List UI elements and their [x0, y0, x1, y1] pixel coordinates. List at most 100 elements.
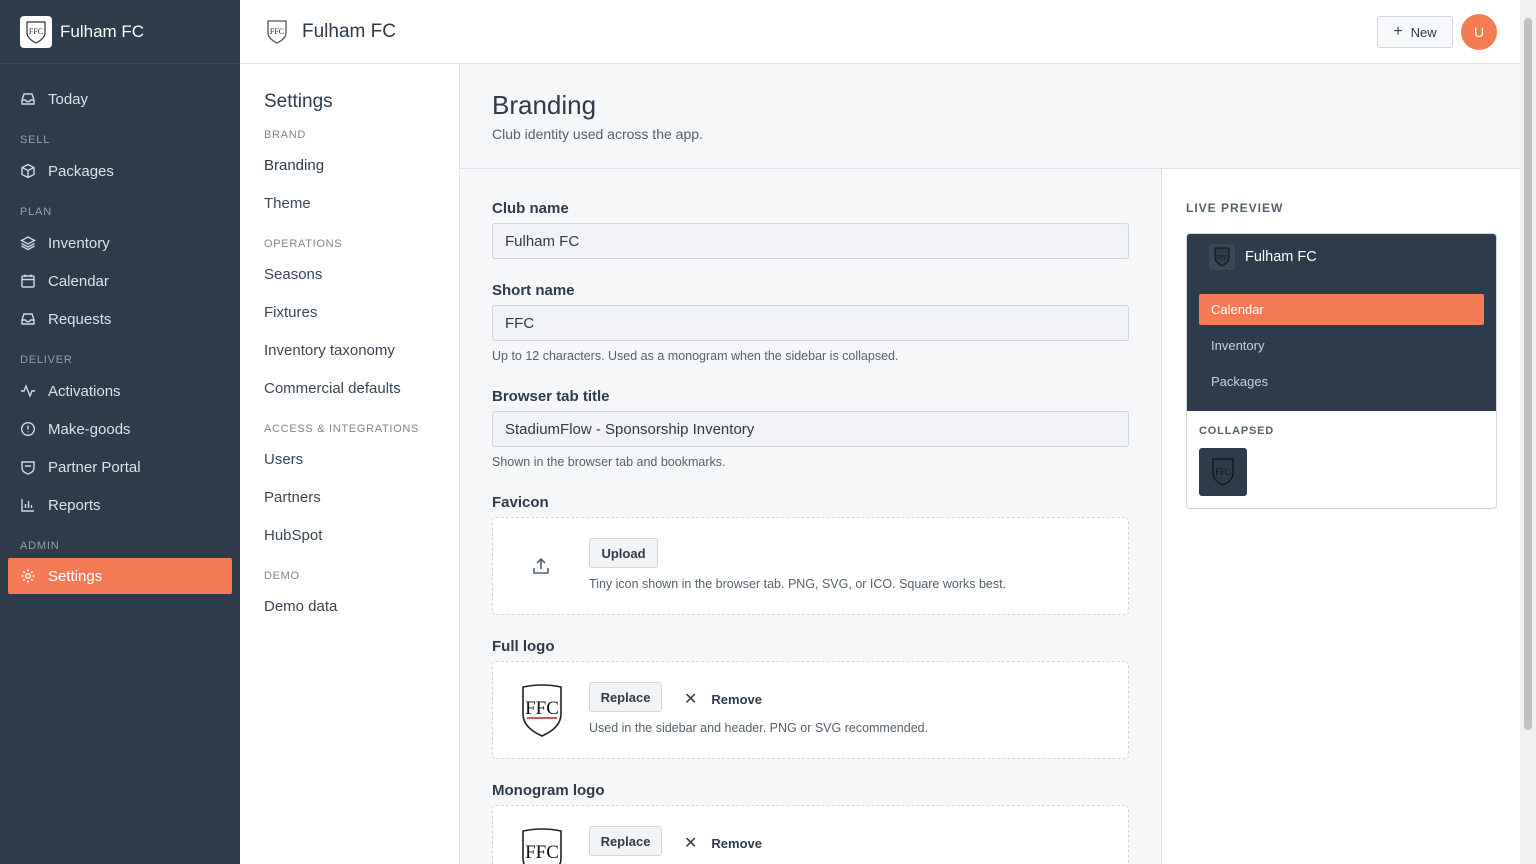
- preview-brand: FFC Fulham FC: [1199, 244, 1317, 270]
- preview-collapsed-monogram: FFC: [1199, 448, 1247, 496]
- full-logo-remove-button[interactable]: ✕ Remove: [684, 689, 762, 709]
- club-crest-logo: FFC: [1209, 244, 1235, 270]
- sidebar-item-activations[interactable]: Activations: [0, 372, 232, 410]
- inbox-icon: [20, 311, 36, 327]
- sidebar-item-label: Reports: [48, 496, 101, 514]
- sidebar-group-admin: ADMIN: [20, 540, 60, 552]
- preview-club-name: Fulham FC: [1245, 249, 1317, 265]
- sidebar-group-sell: SELL: [20, 134, 51, 146]
- full-logo-label: Full logo: [492, 638, 555, 655]
- remove-label: Remove: [711, 691, 762, 707]
- portal-icon: [20, 459, 36, 475]
- settings-link-partners[interactable]: Partners: [264, 489, 321, 506]
- calendar-icon: [20, 273, 36, 289]
- preview-item-packages: Packages: [1211, 374, 1269, 389]
- plus-icon: +: [1393, 23, 1403, 40]
- settings-link-commercial-defaults[interactable]: Commercial defaults: [264, 380, 401, 397]
- settings-nav-title: Settings: [264, 91, 333, 112]
- new-button[interactable]: + New: [1377, 16, 1453, 48]
- settings-group-brand: BRAND: [264, 129, 307, 141]
- sidebar-item-settings[interactable]: Settings: [8, 558, 232, 594]
- bar-chart-icon: [20, 497, 36, 513]
- monogram-replace-button[interactable]: Replace: [589, 826, 662, 856]
- preview-item-calendar: Calendar: [1199, 294, 1484, 325]
- settings-group-demo: DEMO: [264, 570, 300, 582]
- short-name-input[interactable]: [492, 305, 1129, 341]
- tab-title-input[interactable]: [492, 411, 1129, 447]
- full-logo-crest: FFC: [520, 682, 564, 743]
- short-name-label: Short name: [492, 282, 575, 299]
- favicon-help: Tiny icon shown in the browser tab. PNG,…: [589, 577, 1007, 591]
- settings-link-demo-data[interactable]: Demo data: [264, 598, 337, 615]
- crest-text: FFC: [525, 698, 559, 719]
- scrollbar-thumb[interactable]: [1524, 18, 1532, 730]
- avatar[interactable]: U: [1461, 14, 1497, 50]
- club-crest-logo: FFC: [266, 19, 288, 45]
- close-icon: ✕: [684, 691, 698, 708]
- page-title: Branding: [492, 90, 597, 120]
- settings-group-access: ACCESS & INTEGRATIONS: [264, 423, 420, 435]
- club-name-input[interactable]: [492, 223, 1129, 259]
- sidebar-item-label: Activations: [48, 382, 121, 400]
- inbox-icon: [20, 91, 36, 107]
- preview-item-inventory: Inventory: [1211, 338, 1265, 353]
- crest-text: FFC: [29, 27, 43, 36]
- crest-text: FFC: [1215, 467, 1231, 477]
- tab-title-help: Shown in the browser tab and bookmarks.: [492, 455, 726, 469]
- settings-link-users[interactable]: Users: [264, 451, 303, 468]
- full-logo-help: Used in the sidebar and header. PNG or S…: [589, 721, 929, 735]
- sidebar-item-label: Partner Portal: [48, 458, 141, 476]
- crest-text: FFC: [270, 27, 284, 36]
- monogram-logo-label: Monogram logo: [492, 782, 605, 799]
- sidebar-item-make-goods[interactable]: Make-goods: [0, 410, 232, 448]
- top-header: FFC Fulham FC + New U: [240, 0, 1520, 64]
- club-crest-logo: FFC: [20, 15, 52, 48]
- preview-collapsed-label: COLLAPSED: [1199, 425, 1275, 437]
- header-title: Fulham FC: [302, 20, 396, 42]
- settings-group-operations: OPERATIONS: [264, 238, 343, 250]
- sidebar-group-plan: PLAN: [20, 206, 52, 218]
- sidebar-item-label: Packages: [48, 162, 114, 180]
- upload-icon: [531, 556, 551, 581]
- sidebar-item-reports[interactable]: Reports: [0, 486, 232, 524]
- crest-text: FFC: [1217, 255, 1228, 261]
- settings-link-seasons[interactable]: Seasons: [264, 266, 322, 283]
- sidebar-item-inventory[interactable]: Inventory: [0, 224, 232, 262]
- settings-link-fixtures[interactable]: Fixtures: [264, 304, 317, 321]
- sidebar-item-requests[interactable]: Requests: [0, 300, 232, 338]
- full-logo-replace-button[interactable]: Replace: [589, 682, 662, 712]
- app-sidebar: FFC Fulham FC Today SELL Packages PLAN I…: [0, 0, 240, 864]
- sidebar-club-name: Fulham FC: [60, 21, 145, 41]
- new-button-label: New: [1410, 24, 1437, 40]
- settings-link-theme[interactable]: Theme: [264, 195, 311, 212]
- settings-link-hubspot[interactable]: HubSpot: [264, 527, 322, 544]
- favicon-dropzone[interactable]: Upload Tiny icon shown in the browser ta…: [492, 517, 1129, 615]
- page-scrollbar[interactable]: [1520, 0, 1536, 864]
- settings-link-inventory-taxonomy[interactable]: Inventory taxonomy: [264, 342, 395, 359]
- monogram-remove-button[interactable]: ✕ Remove: [684, 833, 762, 853]
- alert-circle-icon: [20, 421, 36, 437]
- layers-icon: [20, 235, 36, 251]
- full-logo-dropzone[interactable]: FFC Replace ✕ Remove Used in the sidebar…: [492, 661, 1129, 759]
- monogram-logo-crest: FFC: [520, 826, 564, 864]
- activity-icon: [20, 383, 36, 399]
- sidebar-item-label: Make-goods: [48, 420, 131, 438]
- page-subtitle: Club identity used across the app.: [492, 126, 703, 142]
- package-icon: [20, 163, 36, 179]
- sidebar-item-partner-portal[interactable]: Partner Portal: [0, 448, 232, 486]
- settings-link-branding[interactable]: Branding: [264, 157, 324, 174]
- sidebar-nav: Today SELL Packages PLAN Inventory Calen…: [0, 64, 240, 594]
- sidebar-item-label: Today: [48, 90, 89, 108]
- sidebar-item-calendar[interactable]: Calendar: [0, 262, 232, 300]
- remove-label: Remove: [711, 835, 762, 851]
- sidebar-item-packages[interactable]: Packages: [0, 152, 232, 190]
- club-name-label: Club name: [492, 200, 569, 217]
- sidebar-brand[interactable]: FFC Fulham FC: [0, 0, 240, 64]
- sidebar-item-label: Requests: [48, 310, 112, 328]
- sidebar-item-label: Settings: [48, 567, 103, 585]
- monogram-logo-dropzone[interactable]: FFC Replace ✕ Remove: [492, 805, 1129, 864]
- favicon-upload-button[interactable]: Upload: [589, 538, 658, 568]
- live-preview-panel: LIVE PREVIEW FFC Fulham FC Calendar Inve…: [1162, 169, 1520, 864]
- sidebar-item-today[interactable]: Today: [0, 80, 232, 118]
- sidebar-group-deliver: DELIVER: [20, 354, 73, 366]
